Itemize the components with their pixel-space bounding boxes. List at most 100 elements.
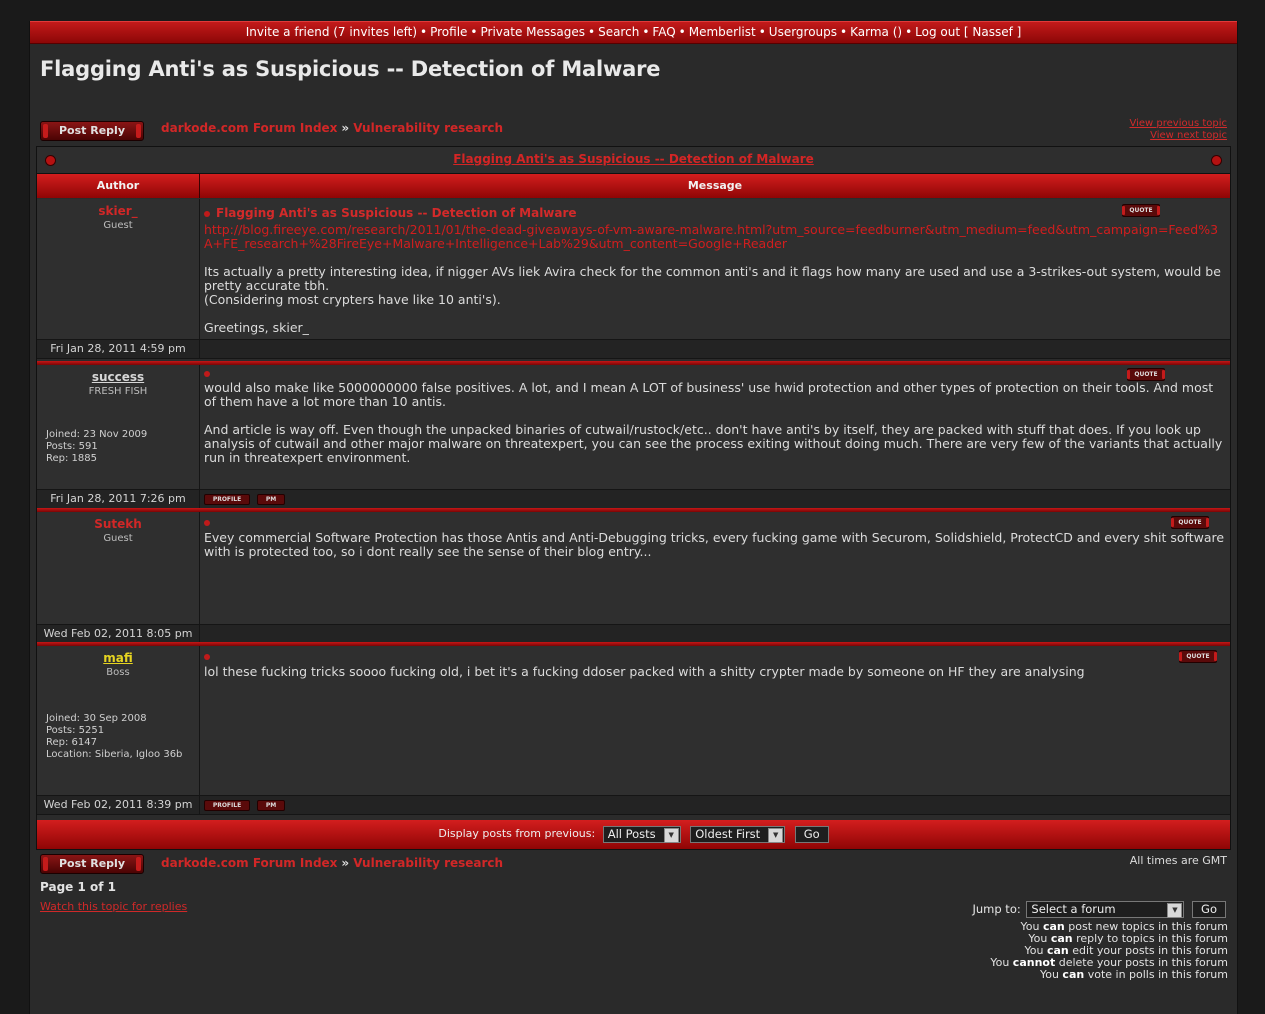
page-container: Invite a friend (7 invites left) • Profile… <box>29 21 1238 1014</box>
message-cell: QUOTE lol these fucking tricks soooo fuc… <box>200 646 1230 795</box>
post-subject <box>204 367 216 380</box>
jump-to-select[interactable]: Select a forum ▼ <box>1026 901 1185 918</box>
author-column-header: Author <box>37 174 200 198</box>
author-rep: Rep: 1885 <box>46 453 97 464</box>
nav-logout[interactable]: Log out [ Nassef ] <box>915 25 1021 39</box>
jump-to-label: Jump to: <box>972 902 1021 916</box>
post-signature: Greetings, skier_ <box>204 320 309 335</box>
quote-button[interactable]: QUOTE <box>1171 516 1209 529</box>
author-cell: skier_ Guest <box>37 199 200 339</box>
nav-invite[interactable]: Invite a friend (7 invites left) <box>246 25 417 39</box>
topic-header: Flagging Anti's as Suspicious -- Detecti… <box>37 147 1230 174</box>
post-paragraph: Evey commercial Software Protection has … <box>204 530 1225 559</box>
post-icon <box>204 371 210 377</box>
author-name[interactable]: success <box>37 370 199 384</box>
topic-table: Flagging Anti's as Suspicious -- Detecti… <box>36 146 1231 850</box>
profile-button[interactable]: PROFILE <box>204 494 250 505</box>
breadcrumb-bottom: darkode.com Forum Index » Vulnerability re… <box>161 856 503 870</box>
post-reply-button-bottom[interactable]: Post Reply <box>40 854 144 874</box>
jump-go-button[interactable]: Go <box>1192 901 1226 918</box>
author-rank: Guest <box>103 220 133 231</box>
post-date: Fri Jan 28, 2011 7:26 pm <box>37 490 200 508</box>
nav-separator: • <box>470 25 478 39</box>
page-title: Flagging Anti's as Suspicious -- Detecti… <box>40 57 661 81</box>
forum-permissions: You can post new topics in this forum Yo… <box>990 921 1228 981</box>
nav-karma[interactable]: Karma () <box>850 25 902 39</box>
author-rank: Guest <box>103 533 133 544</box>
author-joined: Joined: 30 Sep 2008 <box>46 713 147 724</box>
top-navigation: Invite a friend (7 invites left) • Profile… <box>30 21 1237 44</box>
days-filter-select[interactable]: All Posts ▼ <box>602 825 681 843</box>
breadcrumb-separator: » <box>341 121 350 135</box>
author-name[interactable]: mafi <box>37 651 199 665</box>
permission-prefix: You <box>990 956 1013 969</box>
corner-dot-icon <box>45 155 56 166</box>
author-posts: Posts: 591 <box>46 441 98 452</box>
message-column-header: Message <box>200 174 1230 198</box>
author-rank: Boss <box>106 667 130 678</box>
author-cell: Sutekh Guest <box>37 512 200 624</box>
post-footer: Fri Jan 28, 2011 4:59 pm <box>37 339 1230 359</box>
nav-private-messages[interactable]: Private Messages <box>481 25 586 39</box>
topic-navigation: View previous topic View next topic <box>1129 118 1227 142</box>
dropdown-arrow-icon: ▼ <box>1167 903 1183 918</box>
post-paragraph: would also make like 5000000000 false po… <box>204 380 1214 409</box>
post-footer: Fri Jan 28, 2011 7:26 pm PROFILE PM <box>37 489 1230 509</box>
nav-separator: • <box>420 25 428 39</box>
watch-topic-link[interactable]: Watch this topic for replies <box>40 900 187 913</box>
post-body: Evey commercial Software Protection has … <box>204 531 1226 559</box>
nav-separator: • <box>642 25 650 39</box>
jump-to-form: Jump to: Select a forum ▼ Go <box>972 901 1226 918</box>
message-cell: QUOTE would also make like 5000000000 fa… <box>200 365 1230 489</box>
post-reply-button[interactable]: Post Reply <box>40 121 144 141</box>
breadcrumb-vulnerability-research[interactable]: Vulnerability research <box>353 121 503 135</box>
nav-separator: • <box>758 25 766 39</box>
view-next-topic-link[interactable]: View next topic <box>1129 130 1227 142</box>
quote-button[interactable]: QUOTE <box>1122 204 1160 217</box>
post-paragraph: lol these fucking tricks soooo fucking o… <box>204 664 1085 679</box>
dropdown-arrow-icon: ▼ <box>768 827 784 843</box>
nav-search[interactable]: Search <box>598 25 639 39</box>
breadcrumb-separator: » <box>341 856 350 870</box>
corner-dot-icon <box>1211 155 1222 166</box>
post-body: lol these fucking tricks soooo fucking o… <box>204 665 1226 679</box>
nav-separator: • <box>905 25 913 39</box>
permission-verb: can <box>1062 968 1085 981</box>
nav-profile[interactable]: Profile <box>430 25 467 39</box>
sort-order-select[interactable]: Oldest First ▼ <box>690 825 786 843</box>
author-stats: Joined: 23 Nov 2009 Posts: 591 Rep: 1885 <box>46 429 147 465</box>
author-name: skier_ <box>98 204 138 218</box>
post-icon <box>204 211 210 217</box>
permission-prefix: You <box>1039 968 1063 981</box>
author-stats: Joined: 30 Sep 2008 Posts: 5251 Rep: 614… <box>46 713 196 761</box>
breadcrumb: darkode.com Forum Index » Vulnerability re… <box>161 121 503 135</box>
view-previous-topic-link[interactable]: View previous topic <box>1129 118 1227 130</box>
nav-memberlist[interactable]: Memberlist <box>689 25 756 39</box>
author-location: Location: Siberia, Igloo 36b <box>46 749 183 760</box>
author-rank: FRESH FISH <box>88 386 148 397</box>
jump-to-value: Select a forum <box>1031 902 1116 916</box>
post-body: would also make like 5000000000 false po… <box>204 381 1226 465</box>
profile-button[interactable]: PROFILE <box>204 800 250 811</box>
breadcrumb-forum-index[interactable]: darkode.com Forum Index <box>161 856 337 870</box>
post-subject <box>204 516 216 529</box>
breadcrumb-vulnerability-research[interactable]: Vulnerability research <box>353 856 503 870</box>
author-rep: Rep: 6147 <box>46 737 97 748</box>
author-cell: success FRESH FISH Joined: 23 Nov 2009 P… <box>37 365 200 489</box>
nav-faq[interactable]: FAQ <box>652 25 675 39</box>
topic-title-link[interactable]: Flagging Anti's as Suspicious -- Detecti… <box>453 152 814 166</box>
author-cell: mafi Boss Joined: 30 Sep 2008 Posts: 525… <box>37 646 200 795</box>
timezone-note: All times are GMT <box>1129 854 1227 867</box>
nav-usergroups[interactable]: Usergroups <box>769 25 837 39</box>
breadcrumb-forum-index[interactable]: darkode.com Forum Index <box>161 121 337 135</box>
pm-button[interactable]: PM <box>257 494 285 505</box>
sort-order-value: Oldest First <box>695 826 761 841</box>
display-go-button[interactable]: Go <box>794 825 829 843</box>
post-paragraph: Its actually a pretty interesting idea, … <box>204 264 1221 293</box>
pm-button[interactable]: PM <box>257 800 285 811</box>
post-link[interactable]: http://blog.fireeye.com/research/2011/01… <box>204 223 1226 251</box>
quote-button[interactable]: QUOTE <box>1179 650 1217 663</box>
post-paragraph: (Considering most crypters have like 10 … <box>204 292 501 307</box>
nav-separator: • <box>840 25 848 39</box>
post-row: mafi Boss Joined: 30 Sep 2008 Posts: 525… <box>37 646 1230 816</box>
